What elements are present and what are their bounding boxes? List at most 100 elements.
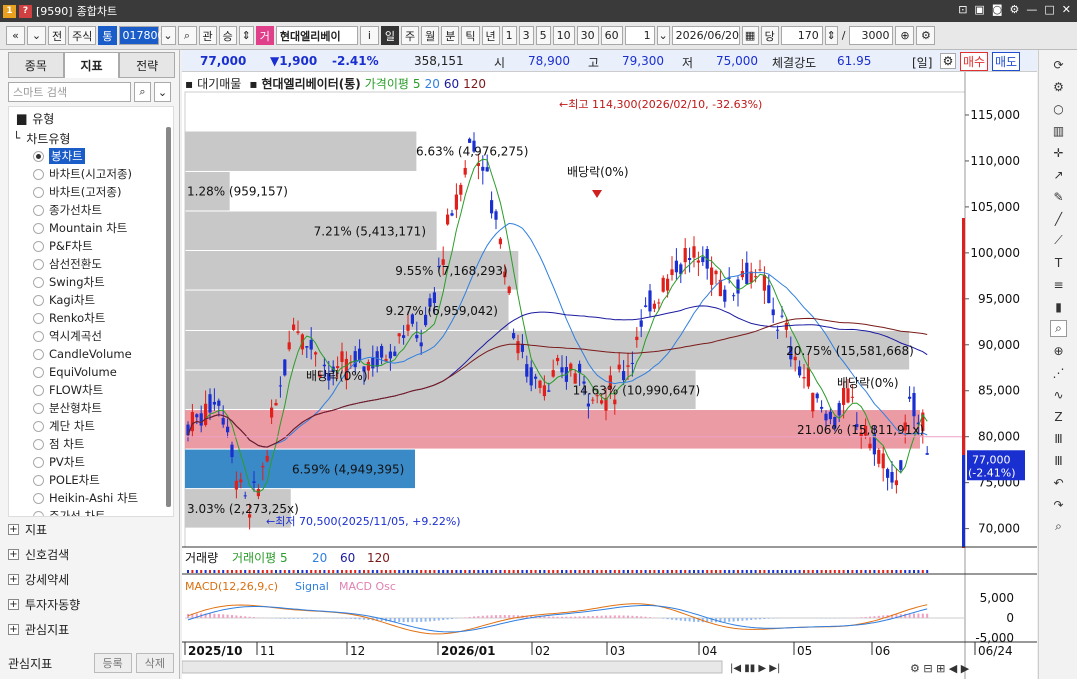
radio-icon[interactable] (33, 330, 44, 342)
chart-settings-icon[interactable]: ⚙ (940, 53, 956, 69)
smart-search-input[interactable]: 스마트 검색 (8, 82, 131, 102)
tree-root[interactable]: 유형 (32, 110, 54, 127)
chart-type-item[interactable]: 삼선전환도 (9, 255, 173, 273)
search-icon[interactable]: ⌕ (177, 26, 197, 45)
zoom-icon[interactable]: ⌕ (1050, 320, 1067, 337)
interval-30[interactable]: 30 (576, 26, 599, 45)
chart-type-item[interactable]: PV차트 (9, 453, 173, 471)
radio-icon[interactable] (33, 222, 44, 234)
bars-spinner-icon[interactable]: ⇕ (824, 26, 838, 45)
count-select[interactable]: 1 (624, 26, 655, 45)
redo-icon[interactable]: ↷ (1050, 496, 1067, 513)
radio-icon[interactable] (33, 438, 44, 450)
chart-type-item[interactable]: Mountain 차트 (9, 219, 173, 237)
legend-ma5[interactable]: 5 (413, 77, 421, 91)
dang-button[interactable]: 당 (760, 26, 779, 45)
chart-type-item[interactable]: P&F차트 (9, 237, 173, 255)
toolbar-settings-icon[interactable]: ⚙ (916, 26, 936, 45)
chart-type-item[interactable]: 역시계곡선 (9, 327, 173, 345)
fib-icon[interactable]: Ⅲ (1050, 430, 1067, 447)
bar-chart-icon[interactable]: ▥ (1050, 122, 1067, 139)
radio-icon[interactable] (33, 186, 44, 198)
code-input[interactable]: 017800 (118, 26, 165, 45)
legend-supply[interactable]: 대기매물 (197, 75, 241, 92)
legend-stock[interactable]: 현대엘리베이터(통) (261, 75, 360, 92)
folder-indicator[interactable]: 지표 (25, 521, 47, 538)
tab-stock[interactable]: 종목 (8, 52, 64, 78)
chart-type-item[interactable]: FLOW차트 (9, 381, 173, 399)
radio-icon[interactable] (33, 456, 44, 468)
sell-button[interactable]: 매도 (992, 52, 1021, 71)
code-dropdown-icon[interactable]: ⌄ (160, 26, 176, 45)
settings-icon[interactable]: ⚙ (1050, 78, 1067, 95)
pattern-icon[interactable]: ⋰ (1050, 364, 1067, 381)
market-button[interactable]: 주식 (68, 26, 97, 45)
legend-ma60[interactable]: 60 (444, 77, 459, 91)
line-icon[interactable]: ╱ (1050, 210, 1067, 227)
radio-icon[interactable] (33, 150, 44, 162)
expand-icon[interactable]: + (8, 599, 19, 610)
chart-type-item[interactable]: 주가선 차트 (9, 507, 173, 516)
radio-icon[interactable] (33, 420, 44, 432)
chart-area[interactable]: 77,000 ▼1,900 -2.41% 358,151 시 78,900 고 … (182, 50, 1037, 679)
interval-1[interactable]: 1 (501, 26, 517, 45)
count-dropdown-icon[interactable]: ⌄ (656, 26, 670, 45)
radio-icon[interactable] (33, 240, 44, 252)
chart-type-item[interactable]: 점 차트 (9, 435, 173, 453)
radio-icon[interactable] (33, 474, 44, 486)
gwan-button[interactable]: 관 (198, 26, 217, 45)
folder-investor[interactable]: 투자자동향 (25, 596, 80, 613)
prev-icon[interactable]: « (6, 26, 25, 45)
chart-type-item[interactable]: 바차트(고저종) (9, 183, 173, 201)
magnify-icon[interactable]: ⊕ (1050, 342, 1067, 359)
jeon-button[interactable]: 전 (48, 26, 67, 45)
auto-line-icon[interactable]: ⟋ (1050, 232, 1067, 249)
chart-type-item[interactable]: 종가선차트 (9, 201, 173, 219)
all-icon[interactable]: ≡ (1050, 276, 1067, 293)
folder-signal[interactable]: 신호검색 (25, 546, 69, 563)
tab-indicator[interactable]: 지표 (63, 52, 120, 78)
radio-icon[interactable] (33, 312, 44, 324)
undo-icon[interactable]: ↶ (1050, 474, 1067, 491)
refresh-icon[interactable]: ⟳ (1050, 56, 1067, 73)
candle-icon[interactable]: ▮ (1050, 298, 1067, 315)
expand-icon[interactable]: + (8, 549, 19, 560)
register-button[interactable]: 등록 (93, 653, 132, 673)
tab-strategy[interactable]: 전략 (119, 52, 176, 78)
radio-icon[interactable] (33, 384, 44, 396)
radio-icon[interactable] (33, 402, 44, 414)
interval-3[interactable]: 3 (518, 26, 534, 45)
camera-icon[interactable]: ◙ (992, 3, 1003, 16)
expand-icon[interactable]: + (8, 624, 19, 635)
period-year[interactable]: 년 (481, 26, 500, 45)
spinner-icon[interactable]: ⇕ (238, 26, 254, 45)
interval-60[interactable]: 60 (600, 26, 623, 45)
crosshair-icon[interactable]: ✛ (1050, 144, 1067, 161)
pencil-icon[interactable]: ✎ (1050, 188, 1067, 205)
grid-lines-icon[interactable]: Ⅲ (1050, 452, 1067, 469)
period-day[interactable]: 일 (380, 26, 399, 45)
help-icon[interactable]: ? (19, 4, 32, 18)
wave-icon[interactable]: ∿ (1050, 386, 1067, 403)
collapse-icon[interactable]: ⌄ (154, 82, 171, 102)
radio-icon[interactable] (33, 276, 44, 288)
info-button[interactable]: i (359, 26, 379, 45)
chart-type-item[interactable]: POLE차트 (9, 471, 173, 489)
circle-icon[interactable]: ○ (1050, 100, 1067, 117)
radio-icon[interactable] (33, 492, 44, 504)
delete-button[interactable]: 삭제 (135, 653, 174, 673)
tree-sub[interactable]: 차트유형 (26, 130, 70, 147)
seung-button[interactable]: 승 (218, 26, 237, 45)
folder-favorite[interactable]: 관심지표 (25, 621, 69, 638)
chart-type-item[interactable]: Kagi차트 (9, 291, 173, 309)
legend-ma[interactable]: 가격이평 (365, 75, 409, 92)
interval-10[interactable]: 10 (552, 26, 575, 45)
close-icon[interactable]: ✕ (1062, 3, 1071, 16)
trend-icon[interactable]: ↗ (1050, 166, 1067, 183)
tree-scrollbar[interactable] (166, 127, 171, 507)
maximize-icon[interactable]: □ (1044, 3, 1054, 16)
z-icon[interactable]: Z (1050, 408, 1067, 425)
chart-type-item[interactable]: 봉차트 (9, 147, 173, 165)
radio-icon[interactable] (33, 348, 44, 360)
chart-type-item[interactable]: EquiVolume (9, 363, 173, 381)
